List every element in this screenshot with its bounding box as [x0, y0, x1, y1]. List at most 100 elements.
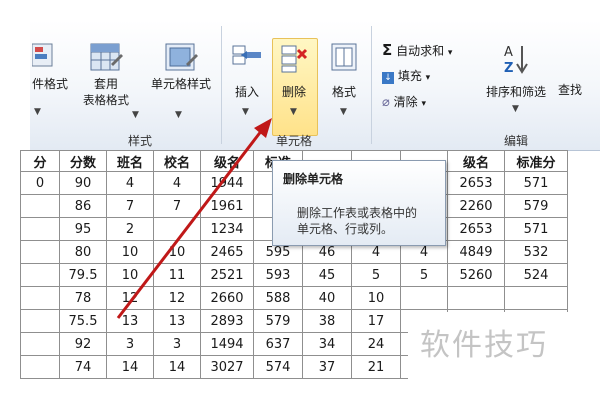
- table-cell[interactable]: 571: [504, 171, 568, 195]
- table-cell[interactable]: 7: [153, 194, 201, 218]
- table-cell[interactable]: [20, 332, 60, 356]
- table-cell[interactable]: 2: [106, 217, 154, 241]
- sort-filter-label: 排序和筛选: [485, 85, 546, 99]
- tooltip-description-line-2: 单元格、行或列。: [297, 222, 394, 236]
- table-cell[interactable]: 2653: [447, 171, 505, 195]
- table-cell[interactable]: 2893: [200, 309, 254, 333]
- table-cell[interactable]: 579: [253, 309, 303, 333]
- clear-button[interactable]: ⌀ 清除 ▾: [382, 94, 426, 112]
- table-cell[interactable]: 10: [351, 286, 401, 310]
- fill-button[interactable]: ↓ 填充 ▾: [382, 68, 430, 86]
- table-cell[interactable]: 11: [153, 263, 201, 287]
- table-cell[interactable]: [20, 309, 60, 333]
- delete-label: 删除: [281, 85, 306, 99]
- column-header[interactable]: 级名: [200, 150, 254, 172]
- table-cell[interactable]: 4: [153, 171, 201, 195]
- table-cell[interactable]: 5: [351, 263, 401, 287]
- table-cell[interactable]: 3: [153, 332, 201, 356]
- find-select-button[interactable]: 查找: [558, 82, 582, 98]
- table-cell[interactable]: 571: [504, 217, 568, 241]
- table-cell[interactable]: 75.5: [59, 309, 107, 333]
- table-cell[interactable]: 45: [302, 263, 352, 287]
- column-header[interactable]: 校名: [153, 150, 201, 172]
- table-cell[interactable]: 37: [302, 355, 352, 379]
- table-cell[interactable]: 92: [59, 332, 107, 356]
- table-cell[interactable]: [504, 286, 568, 310]
- table-cell[interactable]: 2653: [447, 217, 505, 241]
- table-cell[interactable]: 10: [153, 240, 201, 264]
- table-cell[interactable]: 588: [253, 286, 303, 310]
- sort-filter-button[interactable]: A Z 排序和筛选: [476, 42, 556, 100]
- fill-label: 填充: [397, 69, 422, 83]
- column-header[interactable]: 分数: [59, 150, 107, 172]
- table-cell[interactable]: [153, 217, 201, 241]
- table-cell[interactable]: 5: [400, 263, 448, 287]
- table-cell[interactable]: 78: [59, 286, 107, 310]
- table-cell[interactable]: 2521: [200, 263, 254, 287]
- table-cell[interactable]: [20, 263, 60, 287]
- table-cell[interactable]: 40: [302, 286, 352, 310]
- table-cell[interactable]: [400, 286, 448, 310]
- table-cell[interactable]: 79.5: [59, 263, 107, 287]
- table-cell[interactable]: 7: [106, 194, 154, 218]
- table-cell[interactable]: [20, 240, 60, 264]
- table-cell[interactable]: [20, 286, 60, 310]
- column-header[interactable]: 分: [20, 150, 60, 172]
- sort-az-icon: A Z: [504, 45, 528, 76]
- conditional-format-button[interactable]: 件格式 ▼: [30, 42, 70, 117]
- table-cell[interactable]: 34: [302, 332, 352, 356]
- table-cell[interactable]: 637: [253, 332, 303, 356]
- table-cell[interactable]: 1234: [200, 217, 254, 241]
- table-cell[interactable]: 10: [106, 240, 154, 264]
- fill-down-icon: ↓: [382, 72, 394, 84]
- table-cell[interactable]: 1961: [200, 194, 254, 218]
- table-cell[interactable]: 4: [106, 171, 154, 195]
- table-cell[interactable]: 12: [106, 286, 154, 310]
- table-cell[interactable]: 14: [106, 355, 154, 379]
- table-cell[interactable]: [20, 217, 60, 241]
- table-cell[interactable]: 90: [59, 171, 107, 195]
- insert-label: 插入: [234, 85, 259, 99]
- table-cell[interactable]: 2660: [200, 286, 254, 310]
- table-cell[interactable]: 21: [351, 355, 401, 379]
- table-cell[interactable]: 24: [351, 332, 401, 356]
- table-cell[interactable]: 4849: [447, 240, 505, 264]
- column-header[interactable]: 级名: [447, 150, 505, 172]
- format-as-table-button[interactable]: 套用 表格格式: [72, 42, 140, 108]
- table-cell[interactable]: 10: [106, 263, 154, 287]
- insert-button[interactable]: 插入 ▼: [226, 42, 268, 117]
- table-cell[interactable]: 12: [153, 286, 201, 310]
- table-cell[interactable]: 2465: [200, 240, 254, 264]
- table-cell[interactable]: 86: [59, 194, 107, 218]
- table-cell[interactable]: 579: [504, 194, 568, 218]
- table-cell[interactable]: 574: [253, 355, 303, 379]
- column-header[interactable]: 班名: [106, 150, 154, 172]
- table-cell[interactable]: [447, 286, 505, 310]
- column-header[interactable]: 标准分: [504, 150, 568, 172]
- table-cell[interactable]: 593: [253, 263, 303, 287]
- table-cell[interactable]: 524: [504, 263, 568, 287]
- table-cell[interactable]: 2260: [447, 194, 505, 218]
- table-cell[interactable]: 13: [153, 309, 201, 333]
- table-cell[interactable]: [20, 194, 60, 218]
- table-cell[interactable]: 0: [20, 171, 60, 195]
- table-cell[interactable]: 1944: [200, 171, 254, 195]
- table-cell[interactable]: 3027: [200, 355, 254, 379]
- table-cell[interactable]: 95: [59, 217, 107, 241]
- table-cell[interactable]: 13: [106, 309, 154, 333]
- autosum-button[interactable]: Σ 自动求和 ▾: [382, 42, 452, 61]
- table-cell[interactable]: 38: [302, 309, 352, 333]
- table-cell[interactable]: 3: [106, 332, 154, 356]
- table-cell[interactable]: 17: [351, 309, 401, 333]
- table-cell[interactable]: 74: [59, 355, 107, 379]
- cell-styles-button[interactable]: 单元格样式: [142, 42, 220, 92]
- format-as-table-label-1: 套用: [93, 77, 118, 91]
- delete-button[interactable]: 删除 ▼: [272, 42, 316, 117]
- table-cell[interactable]: 532: [504, 240, 568, 264]
- table-cell[interactable]: 1494: [200, 332, 254, 356]
- table-cell[interactable]: 5260: [447, 263, 505, 287]
- table-cell[interactable]: 14: [153, 355, 201, 379]
- format-button[interactable]: 格式 ▼: [322, 42, 366, 117]
- table-cell[interactable]: 80: [59, 240, 107, 264]
- table-cell[interactable]: [20, 355, 60, 379]
